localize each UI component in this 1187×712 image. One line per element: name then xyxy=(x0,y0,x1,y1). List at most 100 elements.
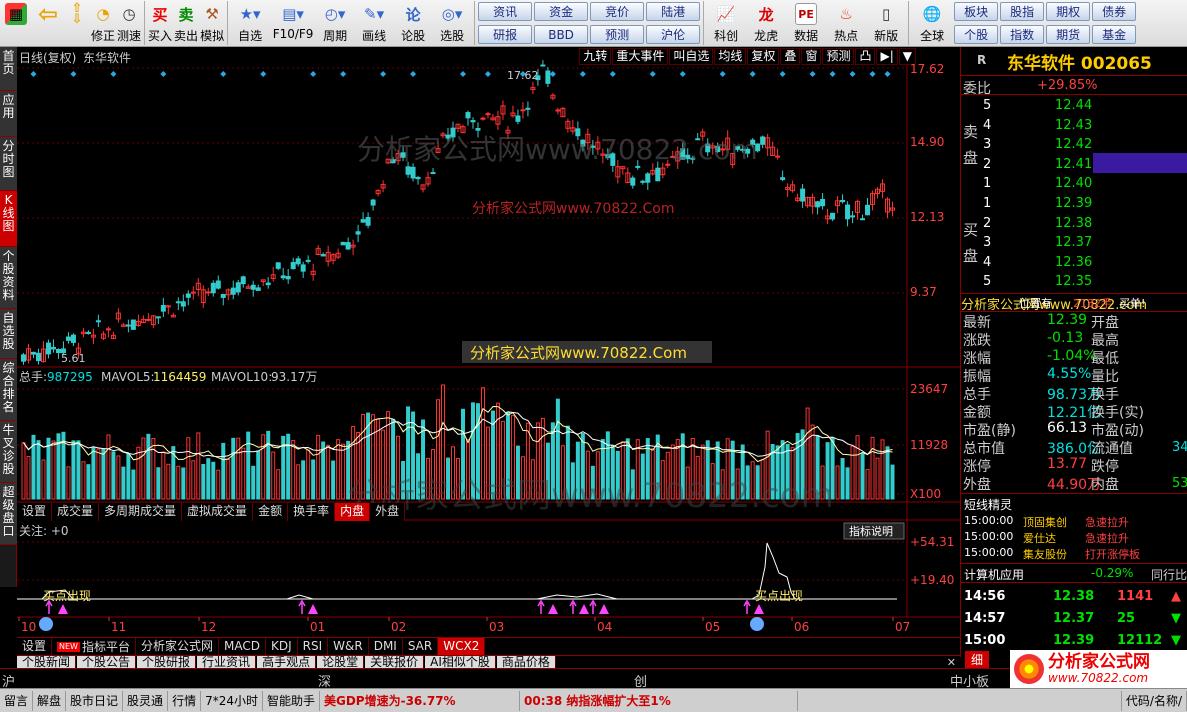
btn-yuce[interactable]: 预测 xyxy=(590,25,645,44)
ind-tab-rsi[interactable]: RSI xyxy=(297,638,329,656)
btn-gegu[interactable]: 个股 xyxy=(954,25,999,44)
ind-tab-fxj[interactable]: 分析家公式网 xyxy=(135,638,219,656)
toolbar-huaxian[interactable]: ✎▾ 画线 xyxy=(355,0,393,46)
watermark-text: 分析家公式网www.70822.com xyxy=(347,476,834,516)
sector-extra[interactable]: 同行比 xyxy=(1151,566,1187,583)
toolbar-zixuan[interactable]: ★▾ 自选 xyxy=(231,0,269,46)
btn-zhaiquan[interactable]: 债券 xyxy=(1092,2,1137,21)
btn-qihuo[interactable]: 期货 xyxy=(1046,25,1091,44)
code-search-input[interactable]: 代码/名称/ xyxy=(1120,690,1187,711)
btn-jingjia[interactable]: 竞价 xyxy=(590,2,645,21)
left-tab-home[interactable]: 首页 xyxy=(0,47,17,91)
quote-label: 振幅 xyxy=(963,369,991,385)
signal-diamond xyxy=(719,71,726,77)
toolbar-lungu[interactable]: 论论股 xyxy=(395,0,431,46)
btn-yanbao[interactable]: 研报 xyxy=(478,25,533,44)
signal-diamond xyxy=(549,71,556,77)
toolbar-xiuzheng[interactable]: ◔ 修正 xyxy=(91,0,115,46)
toolbar-label: F10/F9 xyxy=(272,27,314,41)
dx-time: 15:00:00 xyxy=(964,546,1014,559)
toolbar-kechuang[interactable]: 📈 科创 xyxy=(707,0,745,46)
candle-body xyxy=(50,346,56,350)
ind-tab-dmi[interactable]: DMI xyxy=(368,638,403,656)
left-tab-watchlist[interactable]: 自选股 xyxy=(0,309,17,359)
toolbar-f10[interactable]: ▤▾ F10/F9 xyxy=(271,0,315,46)
toolbar-windows[interactable]: ▦ xyxy=(1,0,31,46)
ind-tab-kdj[interactable]: KDJ xyxy=(265,638,298,656)
toolbar-xinban[interactable]: ▯ 新版 xyxy=(867,0,905,46)
toolbar-quanqiu[interactable]: 🌐 全球 xyxy=(912,0,952,46)
btn-qiquan[interactable]: 期权 xyxy=(1046,2,1091,21)
left-tab-ranking[interactable]: 综合排名 xyxy=(0,359,17,421)
ind-tab-sar[interactable]: SAR xyxy=(402,638,439,656)
news-ticker[interactable]: 美GDP增速为-36.77% xyxy=(320,690,520,711)
btn-zijin[interactable]: 资金 xyxy=(534,2,589,21)
volume-bar xyxy=(236,437,241,500)
btn-lugang[interactable]: 陆港 xyxy=(646,2,701,21)
candles xyxy=(20,60,896,365)
status-riji[interactable]: 股市日记 xyxy=(66,690,124,711)
status-724[interactable]: 7*24小时 xyxy=(201,690,263,711)
toolbar-longhu[interactable]: 龙龙虎 xyxy=(747,0,785,46)
btn-jijin[interactable]: 基金 xyxy=(1092,25,1137,44)
vol-tab-neipan[interactable]: 内盘 xyxy=(335,503,371,521)
btn-bbd[interactable]: BBD xyxy=(534,25,589,44)
time-marker-icon[interactable] xyxy=(750,617,764,631)
vol-tab-waipan[interactable]: 外盘 xyxy=(370,503,406,521)
ind-tab-macd[interactable]: MACD xyxy=(219,638,266,656)
btn-hulun[interactable]: 沪伦 xyxy=(646,25,701,44)
news-ticker-2[interactable]: 00:38 纳指涨幅扩大至1% xyxy=(520,690,798,711)
btn-zhishu[interactable]: 指数 xyxy=(1000,25,1045,44)
btn-zixun[interactable]: 资讯 xyxy=(478,2,533,21)
candle-body xyxy=(520,109,526,112)
signal-diamond xyxy=(484,71,491,77)
left-tab-timeshare[interactable]: 分时图 xyxy=(0,137,17,191)
toolbar-shuju[interactable]: PE 数据 xyxy=(787,0,825,46)
candle-body xyxy=(845,204,851,220)
left-tab-superquote[interactable]: 超级盘口 xyxy=(0,483,17,545)
toolbar-buy[interactable]: 买买入 xyxy=(148,0,172,46)
left-tab-diagnose[interactable]: 牛叉诊股 xyxy=(0,421,17,483)
status-assistant[interactable]: 智能助手 xyxy=(263,690,320,711)
toolbar-sell[interactable]: 卖卖出 xyxy=(174,0,198,46)
status-jiepan[interactable]: 解盘 xyxy=(33,690,67,711)
vol-tab-volume[interactable]: 成交量 xyxy=(52,503,100,521)
status-liuyan[interactable]: 留言 xyxy=(0,690,34,711)
toolbar-updown[interactable]: ⇧ ⇩ xyxy=(65,0,89,46)
signal-diamonds xyxy=(30,71,891,77)
status-gulingtong[interactable]: 股灵通 xyxy=(123,690,169,711)
quote-label-2: 最低 xyxy=(1091,351,1119,367)
time-marker-icon[interactable] xyxy=(39,617,53,631)
ind-header: 关注: +0 xyxy=(19,523,69,538)
ind-tab-settings[interactable]: 设置 xyxy=(17,638,53,656)
toolbar-moni[interactable]: ⚒ 模拟 xyxy=(200,0,224,46)
detail-tab[interactable]: 细 xyxy=(965,651,990,668)
left-tab-apps[interactable]: 应用 xyxy=(0,91,17,137)
ind-tab-platform[interactable]: NEW 指标平台 xyxy=(52,638,136,656)
vol-tab-settings[interactable]: 设置 xyxy=(17,503,53,521)
toolbar-zhouqi[interactable]: ◴▾ 周期 xyxy=(317,0,353,46)
ind-tab-wcx2[interactable]: WCX2 xyxy=(438,638,486,656)
volume-bar xyxy=(36,440,41,500)
volume-bar xyxy=(875,457,880,500)
toolbar-xuangu[interactable]: ◎▾ 选股 xyxy=(433,0,471,46)
toolbar-cesu[interactable]: ◷ 测速 xyxy=(117,0,141,46)
candle-body xyxy=(865,204,871,216)
quote-row: 4 12.43 xyxy=(961,117,1187,135)
left-tab-profile[interactable]: 个股资料 xyxy=(0,247,17,309)
sector-row: 计算机应用 -0.29% 同行比 xyxy=(961,563,1187,583)
status-hangqing[interactable]: 行情 xyxy=(168,690,202,711)
vol-tab-virtual[interactable]: 虚拟成交量 xyxy=(182,503,254,521)
vol-tab-turnover[interactable]: 换手率 xyxy=(288,503,336,521)
ind-tab-wr[interactable]: W&R xyxy=(328,638,369,656)
toolbar-back[interactable]: ⇦ xyxy=(33,0,63,46)
bid-level: 5 xyxy=(983,274,992,289)
chart-area[interactable]: 日线(复权) 东华软件 九转 重大事件 叫自选 均线 复权 叠 窗 预测 凸 ▶… xyxy=(17,47,960,637)
toolbar-redian[interactable]: ♨ 热点 xyxy=(827,0,865,46)
sector-name[interactable]: 计算机应用 xyxy=(964,566,1024,583)
btn-guzhi[interactable]: 股指 xyxy=(1000,2,1045,21)
left-tab-kline[interactable]: K线图 xyxy=(0,191,17,247)
vol-tab-amount[interactable]: 金额 xyxy=(253,503,289,521)
btn-bankuai[interactable]: 板块 xyxy=(954,2,999,21)
vol-tab-multiperiod[interactable]: 多周期成交量 xyxy=(99,503,183,521)
